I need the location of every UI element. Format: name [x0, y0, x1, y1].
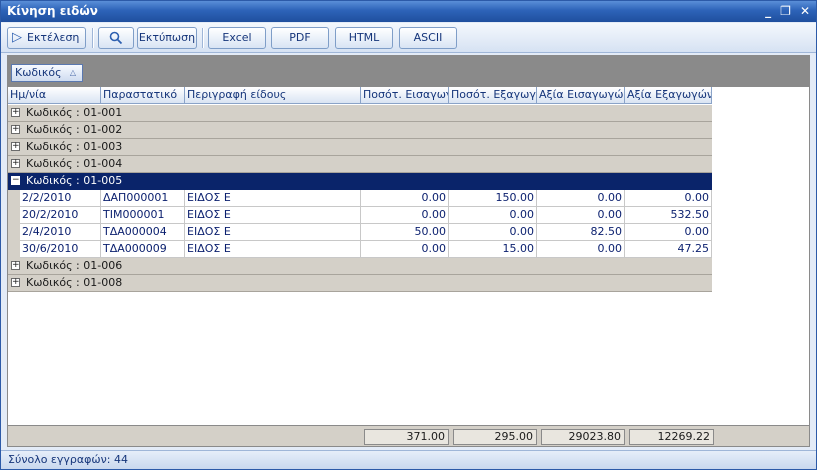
table-row[interactable]: 30/6/2010 ΤΔΑ000009 ΕΙΔΟΣ Ε 0.00 15.00 0.00 47…	[8, 241, 712, 258]
expand-icon[interactable]: +	[11, 108, 20, 117]
group-row[interactable]: + Κωδικός : 01-003	[8, 139, 712, 156]
cell-document: ΤΔΑ000009	[101, 241, 185, 258]
group-row-label: Κωδικός : 01-005	[26, 174, 123, 187]
row-indent	[8, 241, 20, 258]
group-by-label: Κωδικός	[15, 66, 62, 79]
row-indent	[8, 190, 20, 207]
group-row-label: Κωδικός : 01-002	[26, 123, 123, 136]
group-row-label: Κωδικός : 01-006	[26, 259, 123, 272]
window-title: Κίνηση ειδών	[7, 4, 98, 18]
cell-date: 2/2/2010	[20, 190, 101, 207]
cell-export-qty: 0.00	[449, 207, 537, 224]
status-bar: Σύνολο εγγραφών: 44	[1, 450, 816, 469]
group-row-label: Κωδικός : 01-008	[26, 276, 123, 289]
cell-export-value: 532.50	[625, 207, 712, 224]
excel-export-button[interactable]: Excel	[208, 27, 266, 49]
cell-import-value: 0.00	[537, 241, 625, 258]
pdf-export-button[interactable]: PDF	[271, 27, 329, 49]
toolbar-separator	[202, 28, 204, 48]
sort-ascending-icon: △	[69, 68, 76, 77]
expand-icon[interactable]: +	[11, 142, 20, 151]
cell-export-value: 47.25	[625, 241, 712, 258]
cell-export-qty: 150.00	[449, 190, 537, 207]
group-row[interactable]: + Κωδικός : 01-002	[8, 122, 712, 139]
data-grid: Ημ/νία Παραστατικό Περιγραφή είδους Ποσότ. …	[7, 87, 810, 425]
cell-date: 30/6/2010	[20, 241, 101, 258]
search-icon	[109, 31, 123, 45]
column-header-date[interactable]: Ημ/νία	[8, 87, 101, 104]
total-import-value: 29023.80	[541, 429, 625, 445]
cell-description: ΕΙΔΟΣ Ε	[185, 241, 361, 258]
expand-icon[interactable]: +	[11, 159, 20, 168]
cell-import-qty: 0.00	[361, 207, 449, 224]
title-bar: Κίνηση ειδών _ ❐ ✕	[1, 1, 816, 22]
ascii-export-button[interactable]: ASCII	[399, 27, 457, 49]
group-row[interactable]: − Κωδικός : 01-005	[8, 173, 712, 190]
cell-document: ΔΑΠ000001	[101, 190, 185, 207]
cell-document: ΤΔΑ000004	[101, 224, 185, 241]
table-row[interactable]: 20/2/2010 ΤΙΜ000001 ΕΙΔΟΣ Ε 0.00 0.00 0.00 532…	[8, 207, 712, 224]
group-by-panel: Κωδικός △	[7, 55, 810, 87]
column-header-import-qty[interactable]: Ποσότ. Εισαγωγών	[361, 87, 449, 104]
group-row[interactable]: + Κωδικός : 01-008	[8, 275, 712, 292]
group-row[interactable]: + Κωδικός : 01-004	[8, 156, 712, 173]
cell-description: ΕΙΔΟΣ Ε	[185, 190, 361, 207]
restore-icon[interactable]: ❐	[780, 1, 791, 22]
cell-export-qty: 0.00	[449, 224, 537, 241]
print-button[interactable]: Εκτύπωση	[137, 27, 197, 49]
toolbar: ▷ Εκτέλεση Εκτύπωση Excel PDF HTML ASCII	[1, 23, 816, 53]
row-indent	[8, 207, 20, 224]
total-import-quantity: 371.00	[364, 429, 449, 445]
group-by-chip[interactable]: Κωδικός △	[11, 64, 83, 82]
expand-icon[interactable]: +	[11, 125, 20, 134]
cell-document: ΤΙΜ000001	[101, 207, 185, 224]
totals-row: 371.00 295.00 29023.80 12269.22	[7, 425, 810, 447]
cell-import-qty: 50.00	[361, 224, 449, 241]
close-icon[interactable]: ✕	[800, 1, 810, 22]
group-row-label: Κωδικός : 01-001	[26, 106, 123, 119]
cell-description: ΕΙΔΟΣ Ε	[185, 207, 361, 224]
html-export-button[interactable]: HTML	[335, 27, 393, 49]
cell-import-qty: 0.00	[361, 190, 449, 207]
expand-icon[interactable]: +	[11, 278, 20, 287]
column-header-import-value[interactable]: Αξία Εισαγωγών	[537, 87, 625, 104]
row-indent	[8, 224, 20, 241]
play-icon: ▷	[12, 30, 22, 45]
cell-export-value: 0.00	[625, 190, 712, 207]
toolbar-separator	[92, 28, 94, 48]
group-row[interactable]: + Κωδικός : 01-006	[8, 258, 712, 275]
window-controls: _ ❐ ✕	[765, 1, 810, 22]
cell-import-value: 82.50	[537, 224, 625, 241]
minimize-icon[interactable]: _	[765, 1, 771, 22]
run-button-label: Εκτέλεση	[27, 31, 80, 44]
expand-icon[interactable]: +	[11, 261, 20, 270]
cell-date: 20/2/2010	[20, 207, 101, 224]
group-row[interactable]: + Κωδικός : 01-001	[8, 105, 712, 122]
total-export-value: 12269.22	[629, 429, 714, 445]
column-header-document[interactable]: Παραστατικό	[101, 87, 185, 104]
cell-date: 2/4/2010	[20, 224, 101, 241]
cell-import-qty: 0.00	[361, 241, 449, 258]
table-row[interactable]: 2/2/2010 ΔΑΠ000001 ΕΙΔΟΣ Ε 0.00 150.00 0.00 0.…	[8, 190, 712, 207]
total-export-quantity: 295.00	[453, 429, 537, 445]
table-row[interactable]: 2/4/2010 ΤΔΑ000004 ΕΙΔΟΣ Ε 50.00 0.00 82.50 0.…	[8, 224, 712, 241]
cell-import-value: 0.00	[537, 207, 625, 224]
run-button[interactable]: ▷ Εκτέλεση	[7, 27, 86, 49]
search-button[interactable]	[98, 27, 134, 49]
cell-export-value: 0.00	[625, 224, 712, 241]
group-row-label: Κωδικός : 01-004	[26, 157, 123, 170]
grid-header: Ημ/νία Παραστατικό Περιγραφή είδους Ποσότ. …	[8, 87, 712, 104]
report-window: Κίνηση ειδών _ ❐ ✕ ▷ Εκτέλεση Εκτύπωση Ex…	[0, 0, 817, 470]
column-header-export-value[interactable]: Αξία Εξαγωγών	[625, 87, 712, 104]
group-row-label: Κωδικός : 01-003	[26, 140, 123, 153]
cell-description: ΕΙΔΟΣ Ε	[185, 224, 361, 241]
column-header-description[interactable]: Περιγραφή είδους	[185, 87, 361, 104]
cell-import-value: 0.00	[537, 190, 625, 207]
cell-export-qty: 15.00	[449, 241, 537, 258]
column-header-export-qty[interactable]: Ποσότ. Εξαγωγών	[449, 87, 537, 104]
collapse-icon[interactable]: −	[11, 176, 20, 185]
